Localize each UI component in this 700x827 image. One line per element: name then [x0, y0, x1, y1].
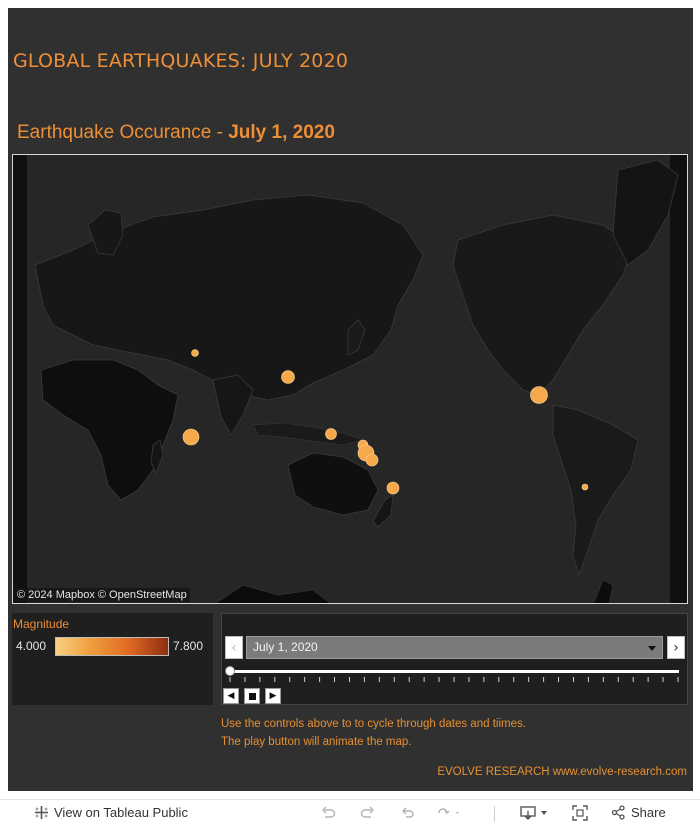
date-slider-track[interactable]	[229, 670, 679, 673]
legend-title: Magnitude	[13, 617, 70, 631]
share-icon	[611, 805, 625, 820]
stop-button[interactable]	[244, 688, 260, 704]
redo-icon	[360, 806, 374, 818]
help-line-2: The play button will animate the map.	[221, 736, 412, 748]
step-back-button[interactable]: ◀	[223, 688, 239, 704]
magnitude-legend: Magnitude 4.000 7.800	[12, 613, 213, 705]
earthquake-map[interactable]: © 2024 Mapbox © OpenStreetMap	[12, 154, 688, 604]
play-button[interactable]: ▶	[265, 688, 281, 704]
map-left-edge	[13, 155, 27, 603]
legend-color-ramp	[55, 637, 169, 656]
chevron-down-icon[interactable]	[648, 646, 656, 651]
land-indonesia	[252, 422, 365, 446]
land-antarctica	[215, 584, 331, 603]
revert-button[interactable]	[400, 805, 416, 821]
tableau-logo-icon	[35, 806, 48, 819]
refresh-button[interactable]	[436, 805, 462, 821]
triangle-left-icon: ◀	[227, 691, 235, 701]
toolbar-divider	[494, 806, 495, 822]
subtitle-prefix: Earthquake Occurance -	[17, 122, 229, 143]
subtitle-date: July 1, 2020	[228, 122, 335, 143]
land-new-zealand	[372, 494, 394, 528]
chevron-left-icon[interactable]: ‹	[225, 636, 243, 659]
stop-icon	[248, 692, 256, 700]
map-attribution[interactable]: © 2024 Mapbox © OpenStreetMap	[14, 588, 190, 602]
land-australia	[287, 452, 379, 516]
view-on-tableau-button[interactable]: View on Tableau Public	[34, 805, 188, 820]
earthquake-marker[interactable]	[182, 428, 200, 446]
download-icon	[520, 806, 547, 820]
dashboard-title: GLOBAL EARTHQUAKES: JULY 2020	[13, 50, 349, 72]
earthquake-marker[interactable]	[386, 481, 400, 495]
share-label: Share	[631, 805, 666, 820]
play-icon: ▶	[269, 691, 277, 701]
view-on-tableau-label: View on Tableau Public	[54, 805, 188, 820]
land-greenland	[612, 159, 679, 266]
tableau-toolbar: View on Tableau Public Share	[0, 799, 700, 827]
chevron-right-icon[interactable]: ›	[667, 636, 685, 659]
earthquake-marker[interactable]	[581, 483, 589, 491]
map-canvas[interactable]	[13, 155, 688, 604]
redo-button[interactable]	[360, 805, 376, 821]
land-africa	[40, 359, 179, 501]
earthquake-marker[interactable]	[281, 370, 295, 384]
legend-max-label: 7.800	[173, 639, 204, 653]
fullscreen-icon	[572, 805, 588, 821]
map-subtitle: Earthquake Occurance - July 1, 2020	[17, 122, 335, 144]
revert-icon	[402, 807, 414, 818]
help-line-1: Use the controls above to to cycle throu…	[221, 718, 526, 730]
earthquake-marker[interactable]	[325, 428, 337, 440]
undo-button[interactable]	[320, 805, 336, 821]
legend-min-label: 4.000	[16, 639, 47, 653]
earthquake-marker[interactable]	[530, 386, 548, 404]
date-slider-handle[interactable]	[225, 666, 235, 676]
share-button[interactable]: Share	[611, 805, 666, 820]
earthquake-marker[interactable]	[191, 349, 199, 357]
earthquake-marker[interactable]	[365, 453, 379, 467]
land-south-america	[552, 404, 639, 577]
fullscreen-button[interactable]	[572, 805, 588, 821]
date-select[interactable]: July 1, 2020	[246, 636, 663, 659]
undo-icon	[322, 806, 336, 818]
land-antarctic-peninsula	[593, 579, 614, 603]
help-text: Use the controls above to to cycle throu…	[221, 715, 526, 751]
land-india	[212, 374, 254, 436]
credit-link[interactable]: EVOLVE RESEARCH www.evolve-research.com	[437, 766, 687, 778]
refresh-icon	[438, 808, 459, 814]
land-north-america	[452, 214, 634, 396]
download-button[interactable]	[520, 805, 550, 821]
date-select-value: July 1, 2020	[253, 640, 318, 654]
date-slider-ticks	[229, 677, 679, 682]
pages-player: ‹ July 1, 2020 › ◀ ▶	[221, 613, 688, 705]
tableau-viz: GLOBAL EARTHQUAKES: JULY 2020 Earthquake…	[8, 8, 693, 791]
map-right-edge	[670, 155, 687, 603]
